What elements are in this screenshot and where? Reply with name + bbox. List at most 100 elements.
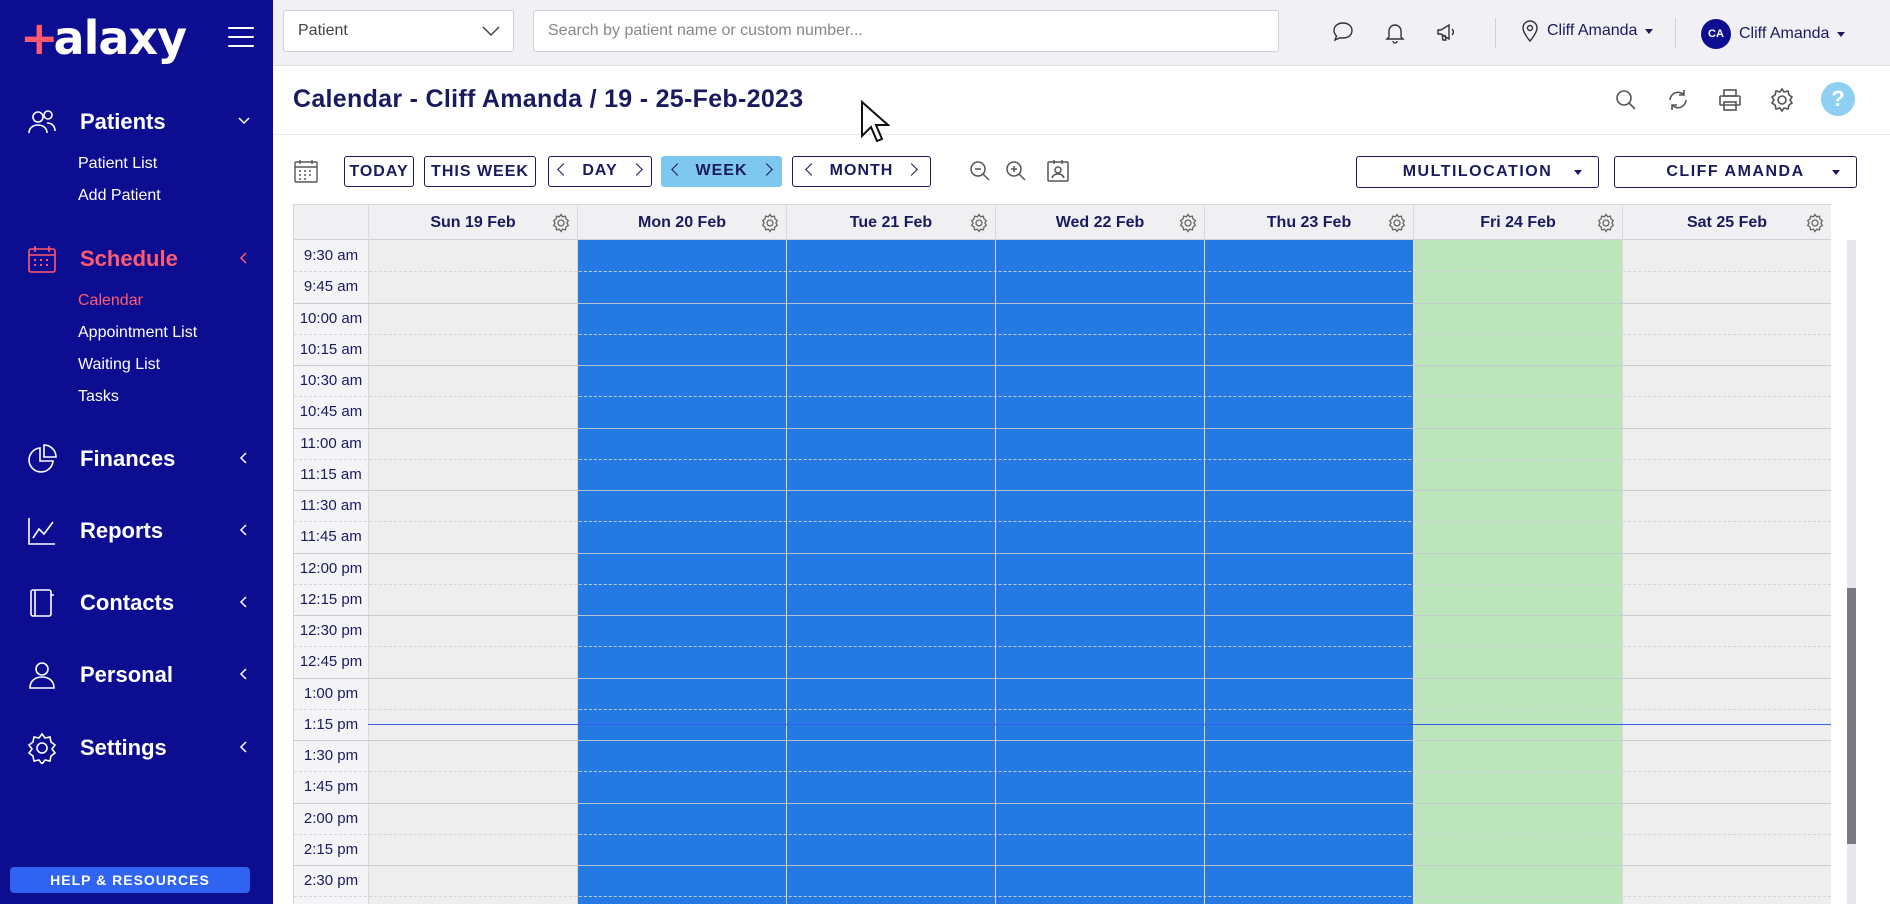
multilocation-dropdown[interactable]: MULTILOCATION [1356,156,1599,188]
time-label: 1:45 pm [303,778,359,796]
time-label: 9:45 am [303,278,359,296]
nav-section-personal: Personal [0,655,273,695]
scrollbar-thumb[interactable] [1847,588,1856,844]
day-column[interactable] [786,240,995,904]
zoom-in-icon[interactable] [1003,158,1029,184]
refresh-icon[interactable] [1665,87,1691,113]
time-label: 11:45 am [300,528,362,546]
sidebar-item-add-patient[interactable]: Add Patient [0,180,273,212]
slot-divider [294,833,1831,835]
patient-search-input[interactable] [533,10,1279,52]
nav-settings-label: Settings [80,735,167,760]
nav-section-settings: Settings [0,728,273,768]
prev-month-icon[interactable] [804,162,818,176]
line-chart-icon [28,518,55,545]
nav-settings[interactable]: Settings [0,728,273,768]
day-settings-gear-icon[interactable] [1387,213,1407,233]
time-label: 1:00 pm [303,684,359,702]
day-header[interactable]: Sun 19 Feb [368,205,577,240]
search-icon[interactable] [1613,87,1639,113]
today-button[interactable]: TODAY [344,156,414,187]
day-column[interactable] [995,240,1204,904]
topbar: Patient Cliff Amanda CA Cliff Amanda [273,0,1890,66]
megaphone-icon[interactable] [1435,20,1459,44]
sidebar-item-waiting-list[interactable]: Waiting List [0,349,273,381]
time-label: 2:00 pm [303,809,359,827]
nav-schedule[interactable]: Schedule [0,239,273,279]
settings-gear-icon[interactable] [1769,87,1795,113]
slot-divider [294,646,1831,648]
day-column[interactable] [368,240,577,904]
day-column[interactable] [1413,240,1622,904]
contact-card-icon[interactable] [1045,158,1071,184]
day-header[interactable]: Fri 24 Feb [1413,205,1622,240]
calendar-icon [28,246,56,273]
week-nav[interactable]: WEEK [661,156,782,187]
slot-divider [294,708,1831,710]
day-header[interactable]: Sat 25 Feb [1622,205,1831,240]
help-resources-button[interactable]: HELP & RESOURCES [10,867,250,893]
sidebar-item-appointment-list[interactable]: Appointment List [0,317,273,349]
sidebar-item-calendar[interactable]: Calendar [0,285,273,317]
slot-divider [294,771,1831,773]
next-month-icon[interactable] [905,162,919,176]
day-settings-gear-icon[interactable] [1596,213,1616,233]
user-menu[interactable]: CA Cliff Amanda [1701,19,1846,49]
day-column[interactable] [577,240,786,904]
day-header[interactable]: Wed 22 Feb [995,205,1204,240]
day-nav[interactable]: DAY [548,156,652,187]
this-week-button[interactable]: THIS WEEK [424,156,536,187]
nav-reports-label: Reports [80,518,164,543]
day-header-label: Fri 24 Feb [1480,214,1556,231]
day-settings-gear-icon[interactable] [1178,213,1198,233]
time-label: 10:30 am [299,372,363,389]
chat-icon[interactable] [1331,20,1355,44]
nav-reports[interactable]: Reports [0,511,273,551]
time-label: 10:00 am [299,309,363,327]
nav-contacts[interactable]: Contacts [0,583,273,623]
zoom-out-icon[interactable] [967,158,993,184]
practitioner-dropdown[interactable]: CLIFF AMANDA [1614,156,1857,188]
day-settings-gear-icon[interactable] [760,213,780,233]
next-week-icon[interactable] [759,162,773,176]
bell-icon[interactable] [1383,20,1407,44]
slot-divider [294,302,1831,304]
sidebar-item-patient-list[interactable]: Patient List [0,148,273,180]
sidebar-item-tasks[interactable]: Tasks [0,381,273,413]
nav-personal[interactable]: Personal [0,655,273,695]
calendar-scrollbar[interactable] [1847,240,1856,904]
prev-week-icon[interactable] [670,162,684,176]
day-settings-gear-icon[interactable] [551,213,571,233]
halaxy-logo[interactable]: + alaxy [20,11,187,65]
day-header[interactable]: Thu 23 Feb [1204,205,1413,240]
title-row: Calendar - Cliff Amanda / 19 - 25-Feb-20… [273,67,1890,135]
day-settings-gear-icon[interactable] [1805,213,1825,233]
book-icon [30,589,54,617]
help-icon[interactable]: ? [1821,82,1855,116]
calendar-picker-icon[interactable] [293,158,319,184]
day-settings-gear-icon[interactable] [969,213,989,233]
day-header[interactable]: Mon 20 Feb [577,205,786,240]
nav-section-schedule: Schedule Calendar Appointment List Waiti… [0,239,273,413]
patient-type-select[interactable]: Patient [283,10,514,52]
time-label: 11:15 am [300,465,362,483]
nav-section-finances: Finances [0,439,273,479]
location-menu[interactable]: Cliff Amanda [1521,20,1654,42]
day-column[interactable] [1204,240,1413,904]
calendar-toolbar: TODAY THIS WEEK DAY WEEK MONTH MULTILOCA… [273,135,1890,205]
next-day-icon[interactable] [629,162,643,176]
nav-contacts-label: Contacts [80,590,175,615]
practitioner-label: CLIFF AMANDA [1666,163,1805,180]
sidebar: + alaxy Patients Patient List Add Patient… [0,0,273,904]
prev-day-icon[interactable] [557,162,571,176]
day-header[interactable]: Tue 21 Feb [786,205,995,240]
caret-down-icon [1832,170,1840,175]
menu-toggle-icon[interactable] [228,27,254,47]
month-nav[interactable]: MONTH [792,156,931,187]
slot-divider [294,865,1831,866]
nav-finances[interactable]: Finances [0,439,273,479]
nav-patients[interactable]: Patients [0,102,273,142]
printer-icon[interactable] [1717,87,1743,113]
day-column[interactable] [1622,240,1831,904]
patient-type-value: Patient [298,22,348,39]
